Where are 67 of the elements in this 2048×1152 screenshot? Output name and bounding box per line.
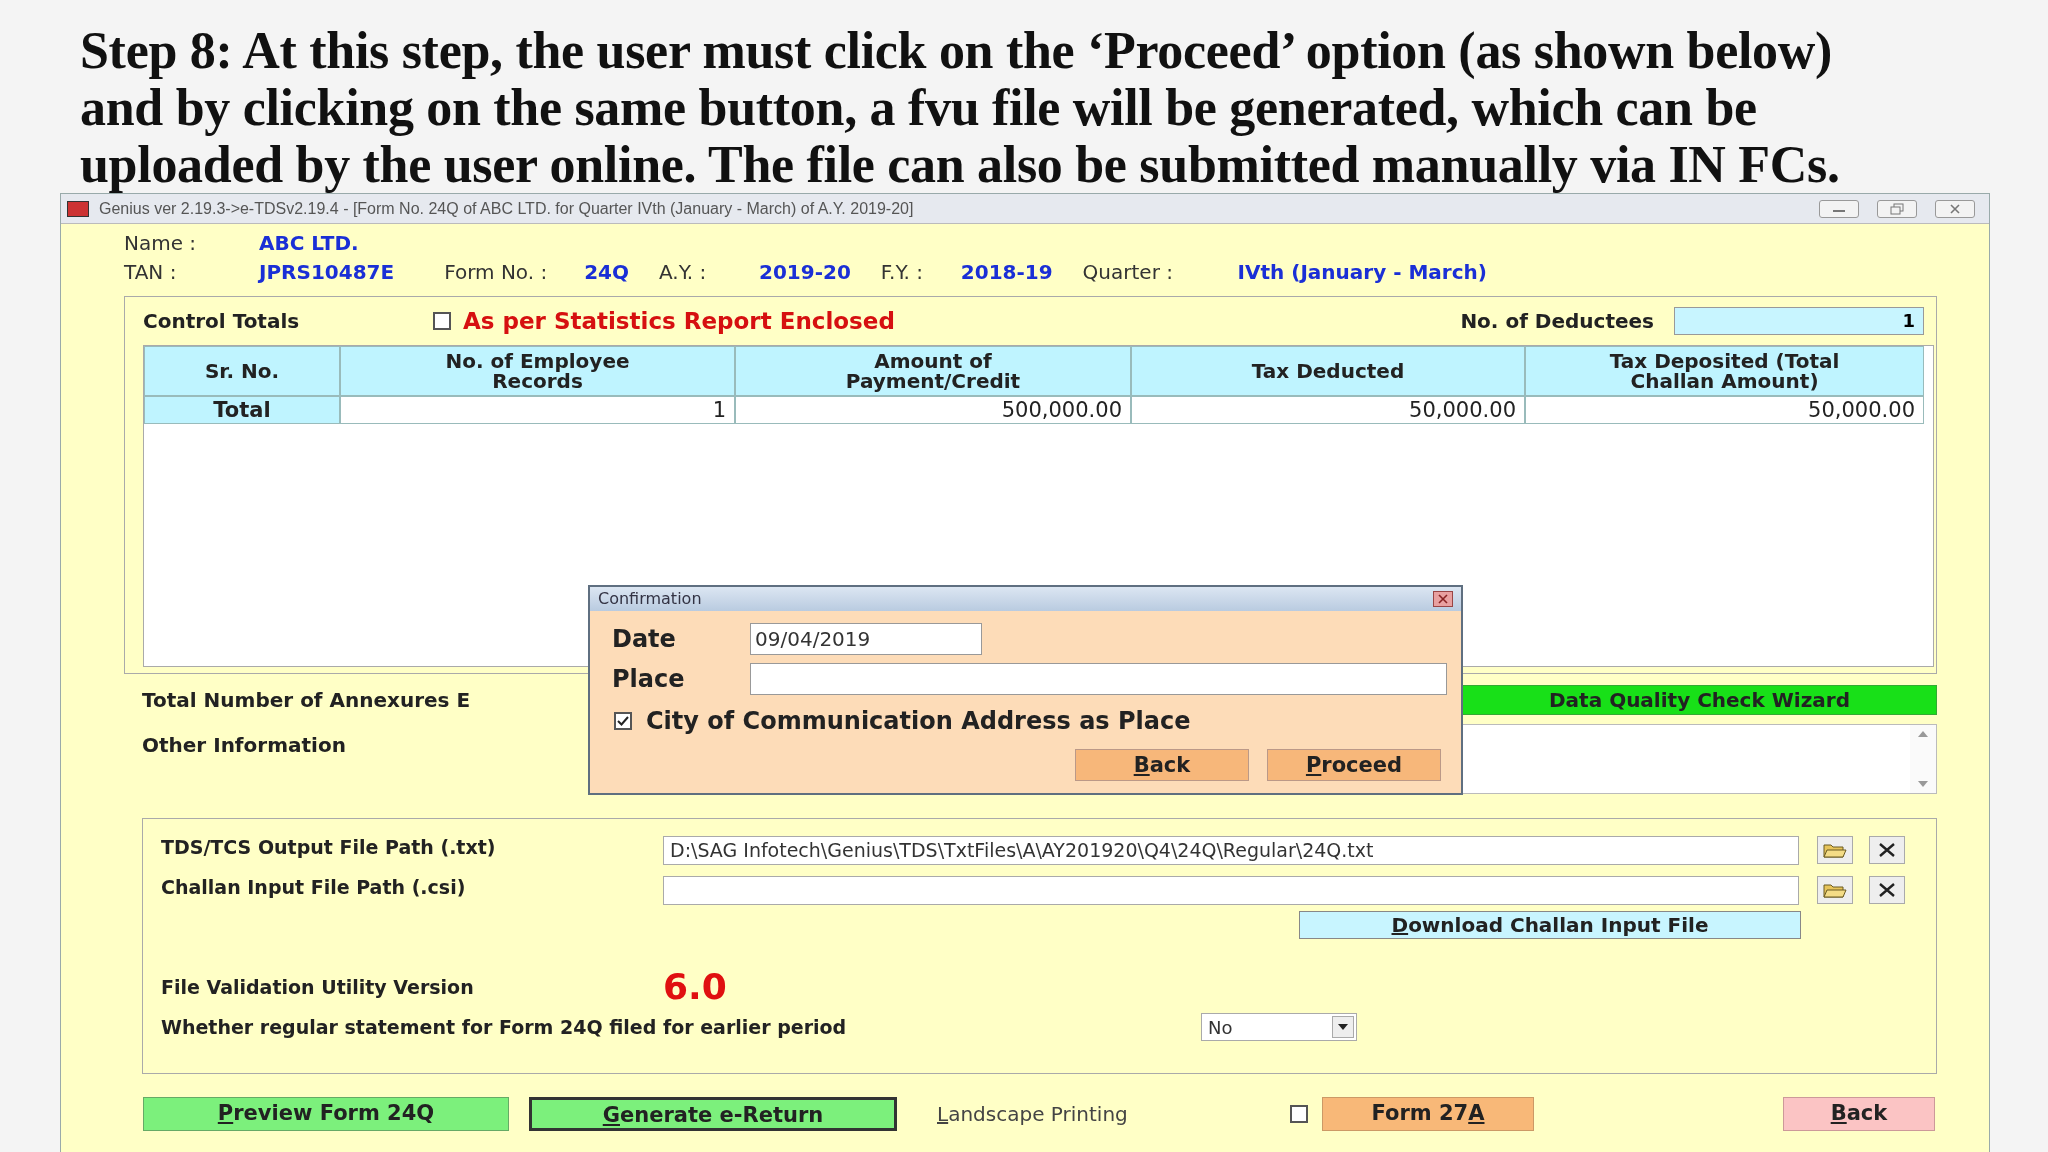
back-button[interactable]: Back bbox=[1075, 749, 1249, 781]
dropdown[interactable]: No bbox=[1201, 1013, 1357, 1041]
checkbox[interactable] bbox=[1290, 1105, 1308, 1123]
column-header: Tax Deducted bbox=[1131, 346, 1525, 396]
field-value: JPRS10487E bbox=[259, 259, 395, 286]
path-field[interactable] bbox=[663, 875, 1799, 905]
slide-heading: Step 8: At this step, the user must click on the ‘Proceed’ option (as shown below) and by clicking on the same button, a fvu file will be generated, which can be uploaded by the user online. The file can also be submitted manually via IN FCs. bbox=[79, 21, 1841, 193]
app-icon bbox=[67, 200, 89, 217]
window-title: Genius ver 2.19.3->e-TDSv2.19.4 - [Form No. 24Q of ABC LTD. for Quarter IVth (January - March) of A.Y. 2019-20] bbox=[99, 198, 914, 219]
restore-icon[interactable] bbox=[1877, 199, 1917, 218]
scroll-down-icon[interactable] bbox=[1918, 781, 1928, 787]
folder-icon[interactable] bbox=[1817, 876, 1853, 904]
column-header: Sr. No. bbox=[144, 346, 340, 396]
minimize-icon[interactable] bbox=[1819, 199, 1859, 218]
field-label: Whether regular statement for Form 24Q filed for earlier period bbox=[161, 1014, 848, 1040]
field-label: Quarter : bbox=[1082, 259, 1174, 286]
proceed-button[interactable]: Proceed bbox=[1267, 749, 1441, 781]
close-icon[interactable] bbox=[1869, 876, 1905, 904]
dialog-title: Confirmation bbox=[598, 588, 702, 610]
data-quality-button[interactable]: Data Quality Check Wizard bbox=[1462, 685, 1937, 715]
table-cell: Total bbox=[144, 396, 340, 424]
deductees-field[interactable]: 1 bbox=[1674, 307, 1924, 335]
field-value: 2019-20 bbox=[759, 259, 851, 286]
folder-icon[interactable] bbox=[1817, 836, 1853, 864]
checkbox-label[interactable]: Landscape Printing bbox=[937, 1099, 1290, 1129]
field-label: Challan Input File Path (.csi) bbox=[161, 875, 467, 900]
field-label: F.Y. : bbox=[880, 259, 925, 286]
path-field[interactable]: D:\SAG Infotech\Genius\TDS\TxtFiles\A\AY201920\Q4\24Q\Regular\24Q.txt bbox=[663, 835, 1799, 865]
field-label: Date bbox=[612, 624, 677, 655]
download-button[interactable]: Download Challan Input File bbox=[1299, 911, 1801, 939]
field-label: A.Y. : bbox=[659, 259, 708, 286]
column-header: Tax Deposited (Total Challan Amount) bbox=[1525, 346, 1924, 396]
generate-button[interactable]: Generate e-Return bbox=[529, 1097, 897, 1131]
close-icon[interactable] bbox=[1869, 836, 1905, 864]
column-header: No. of Employee Records bbox=[340, 346, 735, 396]
table-cell: 1 bbox=[340, 396, 735, 424]
field-label: Place bbox=[612, 664, 686, 695]
field-value: 2018-19 bbox=[960, 259, 1053, 286]
field-label: Form No. : bbox=[444, 259, 549, 286]
table-cell: 50,000.00 bbox=[1525, 396, 1924, 424]
table-cell: 500,000.00 bbox=[735, 396, 1131, 424]
field-label: TDS/TCS Output File Path (.txt) bbox=[161, 835, 497, 860]
field-label: Name : bbox=[124, 230, 198, 257]
date-field[interactable]: 09/04/2019 bbox=[750, 623, 982, 655]
checkbox[interactable] bbox=[433, 312, 451, 330]
version-number: 6.0 bbox=[663, 965, 727, 1009]
field-value: ABC LTD. bbox=[259, 230, 359, 257]
field-label: File Validation Utility Version bbox=[161, 974, 475, 1000]
scroll-up-icon[interactable] bbox=[1918, 731, 1928, 737]
checkbox-label: As per Statistics Report Enclosed bbox=[463, 306, 895, 336]
field-label: Other Information bbox=[142, 732, 346, 759]
back-button[interactable]: Back bbox=[1783, 1097, 1935, 1131]
field-value: IVth (January - March) bbox=[1237, 259, 1487, 286]
field-value: 24Q bbox=[584, 259, 629, 286]
form-button[interactable]: Form 27A bbox=[1322, 1097, 1534, 1131]
preview-button[interactable]: Preview Form 24Q bbox=[143, 1097, 509, 1131]
section-title: Control Totals bbox=[143, 308, 301, 335]
field-label: No. of Deductees bbox=[1460, 308, 1654, 335]
scrollbar[interactable] bbox=[1910, 725, 1936, 793]
column-header: Amount of Payment/Credit bbox=[735, 346, 1131, 396]
other-information-field[interactable] bbox=[1462, 724, 1937, 794]
field-label: TAN : bbox=[124, 259, 178, 286]
place-field[interactable] bbox=[750, 663, 1447, 695]
checkbox-label: City of Communication Address as Place bbox=[646, 706, 1191, 737]
checkbox[interactable] bbox=[614, 712, 632, 730]
table-cell: 50,000.00 bbox=[1131, 396, 1525, 424]
field-label: Total Number of Annexures E bbox=[142, 687, 471, 714]
